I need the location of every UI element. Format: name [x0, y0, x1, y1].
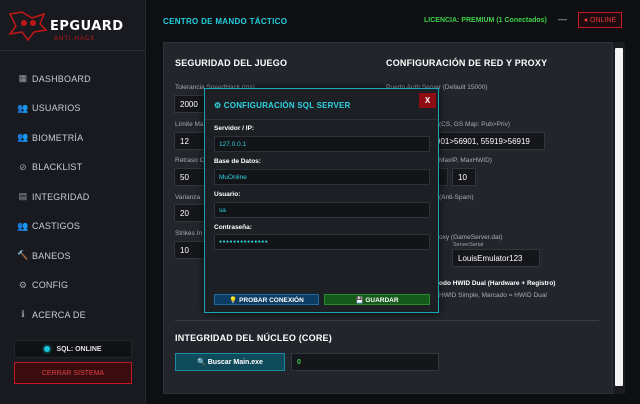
- hwid-mode-description: HWID Simple, Marcado = HWID Dual: [439, 292, 547, 299]
- maxhwid-input[interactable]: 10: [452, 168, 476, 186]
- sidebar-item-label: DASHBOARD: [32, 73, 91, 84]
- sql-status-text: SQL: ONLINE: [56, 345, 102, 353]
- dashboard-icon: ▦: [18, 73, 28, 84]
- modal-title: ⚙ CONFIGURACIÓN SQL SERVER: [214, 101, 351, 110]
- save-button[interactable]: 💾 GUARDAR: [324, 294, 430, 305]
- variance-label: Varianza: [175, 194, 201, 201]
- sidebar-item-castigos[interactable]: 👥 CASTIGOS: [0, 212, 146, 242]
- limit-label: Límite Ma: [175, 121, 204, 128]
- database-icon: ▤: [18, 191, 28, 202]
- users-icon: 👥: [17, 102, 29, 113]
- sidebar-item-baneos[interactable]: 🔨 BANEOS: [0, 241, 146, 271]
- server-ip-input[interactable]: 127.0.0.1: [214, 136, 430, 152]
- database-input[interactable]: MuOnline: [214, 169, 430, 185]
- skull-logo-icon: [8, 11, 48, 42]
- logo: EPGUARD ANTI-HACK: [6, 8, 123, 42]
- modal-divider: [205, 119, 438, 120]
- sidebar-item-label: BIOMETRÍA: [32, 132, 84, 143]
- brand-name: EPGUARD: [50, 19, 124, 34]
- sidebar-item-config[interactable]: ⚙ CONFIG: [0, 271, 146, 301]
- sidebar-item-dashboard[interactable]: ▦ DASHBOARD: [0, 64, 146, 94]
- sidebar-item-label: CASTIGOS: [32, 221, 81, 232]
- sidebar-item-biometria[interactable]: 👥 BIOMETRÍA: [0, 123, 146, 153]
- license-status: LICENCIA: PREMIUM (1 Conectados): [424, 17, 547, 24]
- online-status-badge: ● ONLINE: [578, 12, 622, 28]
- network-section-title: CONFIGURACIÓN DE RED Y PROXY: [386, 58, 548, 68]
- user-input[interactable]: sa: [214, 202, 430, 218]
- biometry-icon: 👥: [17, 132, 29, 143]
- sql-config-modal: ⚙ CONFIGURACIÓN SQL SERVER X Servidor / …: [204, 88, 439, 313]
- password-input[interactable]: ●●●●●●●●●●●●●●: [214, 234, 430, 250]
- integrity-result-field[interactable]: 0: [291, 353, 439, 371]
- strikes-label: Strikes In: [175, 230, 203, 237]
- sidebar-nav: ▦ DASHBOARD 👥 USUARIOS 👥 BIOMETRÍA ⊘ BLA…: [0, 64, 146, 330]
- sidebar-divider: [0, 50, 146, 51]
- sidebar-item-label: BLACKLIST: [32, 162, 83, 173]
- page-title: CENTRO DE MANDO TÁCTICO: [163, 17, 288, 26]
- server-serial-input[interactable]: LouisEmulator123: [452, 249, 540, 267]
- sidebar-item-label: INTEGRIDAD: [32, 191, 90, 202]
- delay-label: Retraso C: [175, 157, 205, 164]
- test-connection-button[interactable]: 💡 PROBAR CONEXIÓN: [214, 294, 319, 305]
- sql-status-indicator: SQL: ONLINE: [14, 340, 132, 358]
- hammer-icon: 🔨: [17, 250, 29, 261]
- status-dot-icon: [44, 346, 51, 352]
- server-ip-label: Servidor / IP:: [214, 125, 255, 132]
- ban-icon: ⊘: [19, 161, 27, 172]
- close-button[interactable]: X: [419, 93, 436, 108]
- info-icon: ℹ: [21, 309, 25, 320]
- sidebar: EPGUARD ANTI-HACK ▦ DASHBOARD 👥 USUARIOS…: [0, 0, 146, 404]
- proxy-label: oxy (GameServer.dat): [439, 234, 503, 241]
- maxip-label: MaxIP, MaxHWID): [439, 157, 492, 164]
- gear-icon: ⚙: [18, 279, 28, 290]
- sidebar-item-label: ACERCA DE: [32, 309, 86, 320]
- database-label: Base de Datos:: [214, 158, 261, 165]
- sidebar-item-acerca-de[interactable]: ℹ ACERCA DE: [0, 300, 146, 330]
- server-serial-label: ServerSerial: [453, 242, 484, 248]
- brand-tagline: ANTI-HACK: [54, 36, 96, 42]
- logout-button[interactable]: CERRAR SISTEMA: [14, 362, 132, 384]
- map-label: (CS, GS Map: Pub>Priv): [439, 121, 510, 128]
- vertical-scrollbar[interactable]: [613, 42, 625, 394]
- sidebar-item-blacklist[interactable]: ⊘ BLACKLIST: [0, 153, 146, 183]
- sidebar-item-label: CONFIG: [32, 280, 69, 291]
- user-label: Usuario:: [214, 191, 241, 198]
- app-window: EPGUARD ANTI-HACK ▦ DASHBOARD 👥 USUARIOS…: [0, 0, 640, 404]
- map-input[interactable]: 901>56901, 55919>56919: [430, 132, 545, 150]
- punishment-icon: 👥: [17, 220, 29, 231]
- minimize-button[interactable]: —: [558, 14, 567, 24]
- password-label: Contraseña:: [214, 224, 252, 231]
- sidebar-item-label: USUARIOS: [32, 103, 81, 114]
- antispam-label: (Anti-Spam): [439, 194, 474, 201]
- sidebar-item-usuarios[interactable]: 👥 USUARIOS: [0, 94, 146, 124]
- search-main-exe-button[interactable]: 🔍 Buscar Main.exe: [175, 353, 285, 371]
- section-divider: [175, 320, 599, 321]
- hwid-mode-title: odo HWID Dual (Hardware + Registro): [439, 280, 556, 287]
- integrity-section-title: INTEGRIDAD DEL NÚCLEO (CORE): [175, 333, 332, 343]
- sidebar-item-integridad[interactable]: ▤ INTEGRIDAD: [0, 182, 146, 212]
- sidebar-item-label: BANEOS: [32, 250, 71, 261]
- scrollbar-thumb[interactable]: [615, 48, 623, 386]
- security-section-title: SEGURIDAD DEL JUEGO: [175, 58, 288, 68]
